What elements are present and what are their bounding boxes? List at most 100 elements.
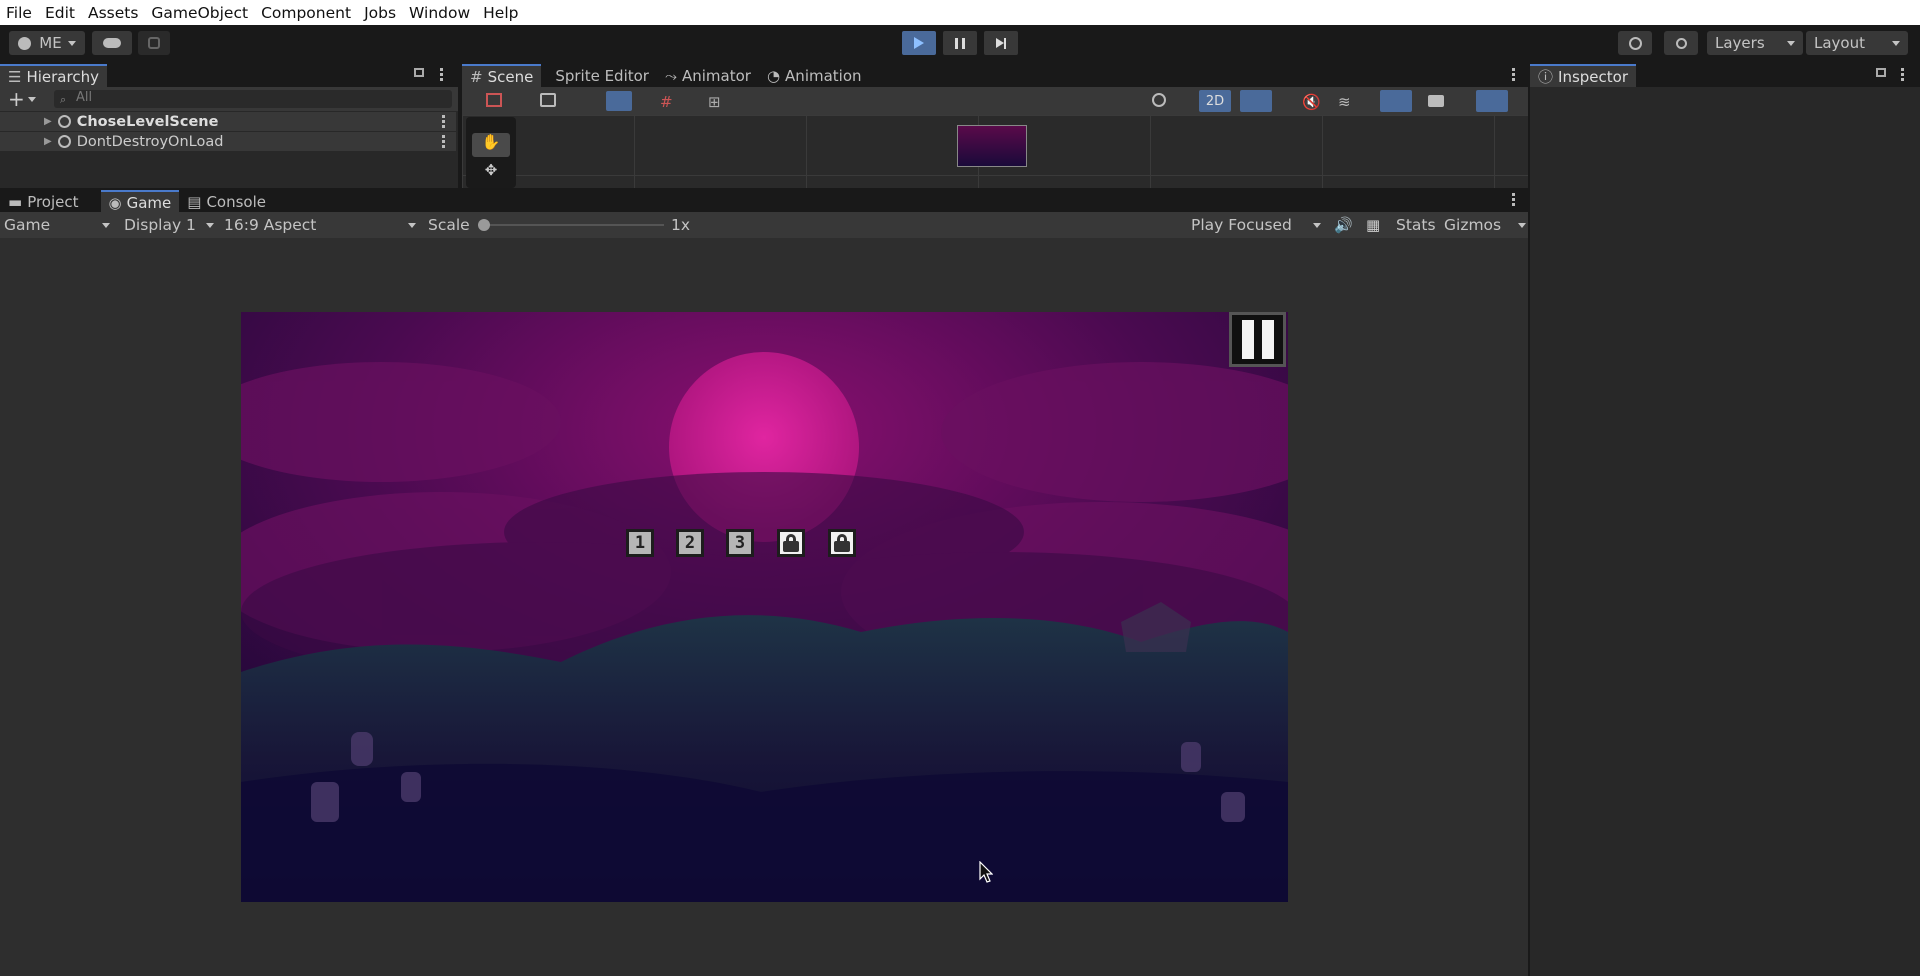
lighting-toggle-icon[interactable] [1152,93,1166,107]
collab-button[interactable] [138,31,170,55]
list-icon: ☰ [8,67,22,86]
play-mode-dropdown[interactable]: Play Focused [1191,212,1321,238]
layers-dropdown[interactable]: Layers [1707,31,1803,55]
menu-window[interactable]: Window [409,4,470,22]
level-1-button[interactable]: 1 [626,529,654,557]
tab-hierarchy-label: Hierarchy [26,67,99,86]
hierarchy-search-input[interactable]: ⌕ All [54,90,452,108]
tab-project[interactable]: ▬ Project [0,190,87,213]
level-number: 1 [634,533,646,553]
audio-icon[interactable]: 🔊 [1334,216,1353,234]
audio-mute-icon[interactable]: 🔇 [1302,93,1321,111]
add-icon[interactable]: + [8,87,25,111]
pause-button[interactable] [943,31,977,55]
chevron-down-icon [206,222,214,228]
cloud-icon [103,38,121,48]
play-icon [914,37,924,49]
play-button[interactable] [902,31,936,55]
chevron-down-icon[interactable] [28,97,36,102]
tab-animation[interactable]: ◔ Animation [759,64,870,87]
menu-jobs[interactable]: Jobs [364,4,396,22]
display-label: Display 1 [124,216,196,234]
grid-icon[interactable]: # [660,93,673,111]
more-options-icon[interactable] [1512,68,1515,81]
chevron-down-icon [408,222,416,228]
tab-animation-label: Animation [785,66,862,85]
more-options-icon[interactable] [442,115,445,128]
lock-icon[interactable] [414,68,424,77]
draw-mode-icon[interactable] [486,93,502,107]
gizmos-label: Gizmos [1444,216,1502,234]
lock-icon[interactable] [1876,68,1886,77]
grid-snap-icon[interactable] [606,91,632,111]
game-viewport[interactable]: 1 2 3 [241,312,1288,902]
2d-toggle[interactable]: 2D [1199,90,1231,112]
level-5-locked-button[interactable] [828,529,856,557]
menu-gameobject[interactable]: GameObject [151,4,248,22]
more-options-icon[interactable] [1901,68,1904,81]
camera-icon[interactable] [1428,95,1444,107]
tab-inspector[interactable]: ⓘ Inspector [1530,64,1636,87]
chevron-down-icon [1518,222,1526,228]
more-options-icon[interactable] [1512,193,1515,206]
pause-icon [1241,320,1254,359]
tab-console-label: Console [206,192,266,211]
inspector-panel: ⓘ Inspector [1530,62,1920,976]
scene-game-thumbnail[interactable] [957,125,1027,167]
display-dropdown[interactable]: Display 1 [124,212,214,238]
layout-dropdown[interactable]: Layout [1806,31,1908,55]
tab-console[interactable]: ▤ Console [179,190,274,213]
menu-edit[interactable]: Edit [45,4,75,22]
expand-arrow-icon[interactable]: ▶ [44,116,52,127]
menu-assets[interactable]: Assets [88,4,138,22]
increment-snap-icon[interactable]: ⊞ [708,93,721,111]
scene-icon [57,115,71,128]
scene-tabbar: # Scene Sprite Editor ⤳ Animator ◔ Animatio… [462,62,1528,87]
tab-sprite-editor[interactable]: Sprite Editor [547,64,657,87]
tab-animator-label: Animator [681,66,751,85]
menu-help[interactable]: Help [483,4,518,22]
gizmos-dropdown[interactable]: Gizmos [1444,212,1526,238]
tab-scene-label: Scene [487,67,534,86]
menu-component[interactable]: Component [261,4,351,22]
tab-hierarchy[interactable]: ☰ Hierarchy [0,64,107,87]
tab-animator[interactable]: ⤳ Animator [657,64,759,87]
scene-viewport[interactable]: ✋ ✥ [462,115,1528,188]
account-dropdown[interactable]: ME [9,31,85,55]
visibility-icon[interactable] [1380,90,1412,112]
scale-slider[interactable] [478,219,664,231]
expand-arrow-icon[interactable]: ▶ [44,136,52,147]
level-4-locked-button[interactable] [777,529,805,557]
game-pause-button[interactable] [1229,312,1286,367]
pause-icon-bar [1261,320,1274,359]
hierarchy-item-label: ChoseLevelScene [76,113,219,130]
hierarchy-item-label: DontDestroyOnLoad [76,133,224,150]
resolution-icon[interactable]: ▦ [1366,216,1380,234]
hand-tool-icon[interactable]: ✋ [472,133,510,157]
light-bulb-icon[interactable] [1240,90,1272,112]
aspect-dropdown[interactable]: 16:9 Aspect [224,212,416,238]
tab-scene[interactable]: # Scene [462,64,542,87]
more-options-icon[interactable] [442,135,445,148]
slider-thumb[interactable] [478,219,490,231]
search-button[interactable] [1664,31,1698,55]
step-button[interactable] [984,31,1018,55]
effects-icon[interactable]: ≋ [1338,93,1351,111]
more-options-icon[interactable] [440,68,443,81]
gizmo-icon[interactable] [1476,90,1508,112]
tools-overlay: ✋ ✥ [466,117,516,188]
menu-file[interactable]: File [6,4,32,22]
hierarchy-item[interactable]: ▶ DontDestroyOnLoad [0,132,456,151]
level-2-button[interactable]: 2 [676,529,704,557]
shading-icon[interactable] [540,93,556,107]
history-button[interactable] [1618,31,1652,55]
level-number: 2 [684,533,696,553]
game-view-dropdown[interactable]: Game [4,212,110,238]
hierarchy-item[interactable]: ▶ ChoseLevelScene [0,112,456,131]
move-tool-icon[interactable]: ✥ [472,161,510,185]
level-3-button[interactable]: 3 [726,529,754,557]
tab-game[interactable]: ◉ Game [100,190,180,213]
search-icon: ⌕ [60,93,67,106]
cloud-button[interactable] [92,31,132,55]
stats-button[interactable]: Stats [1396,212,1436,238]
